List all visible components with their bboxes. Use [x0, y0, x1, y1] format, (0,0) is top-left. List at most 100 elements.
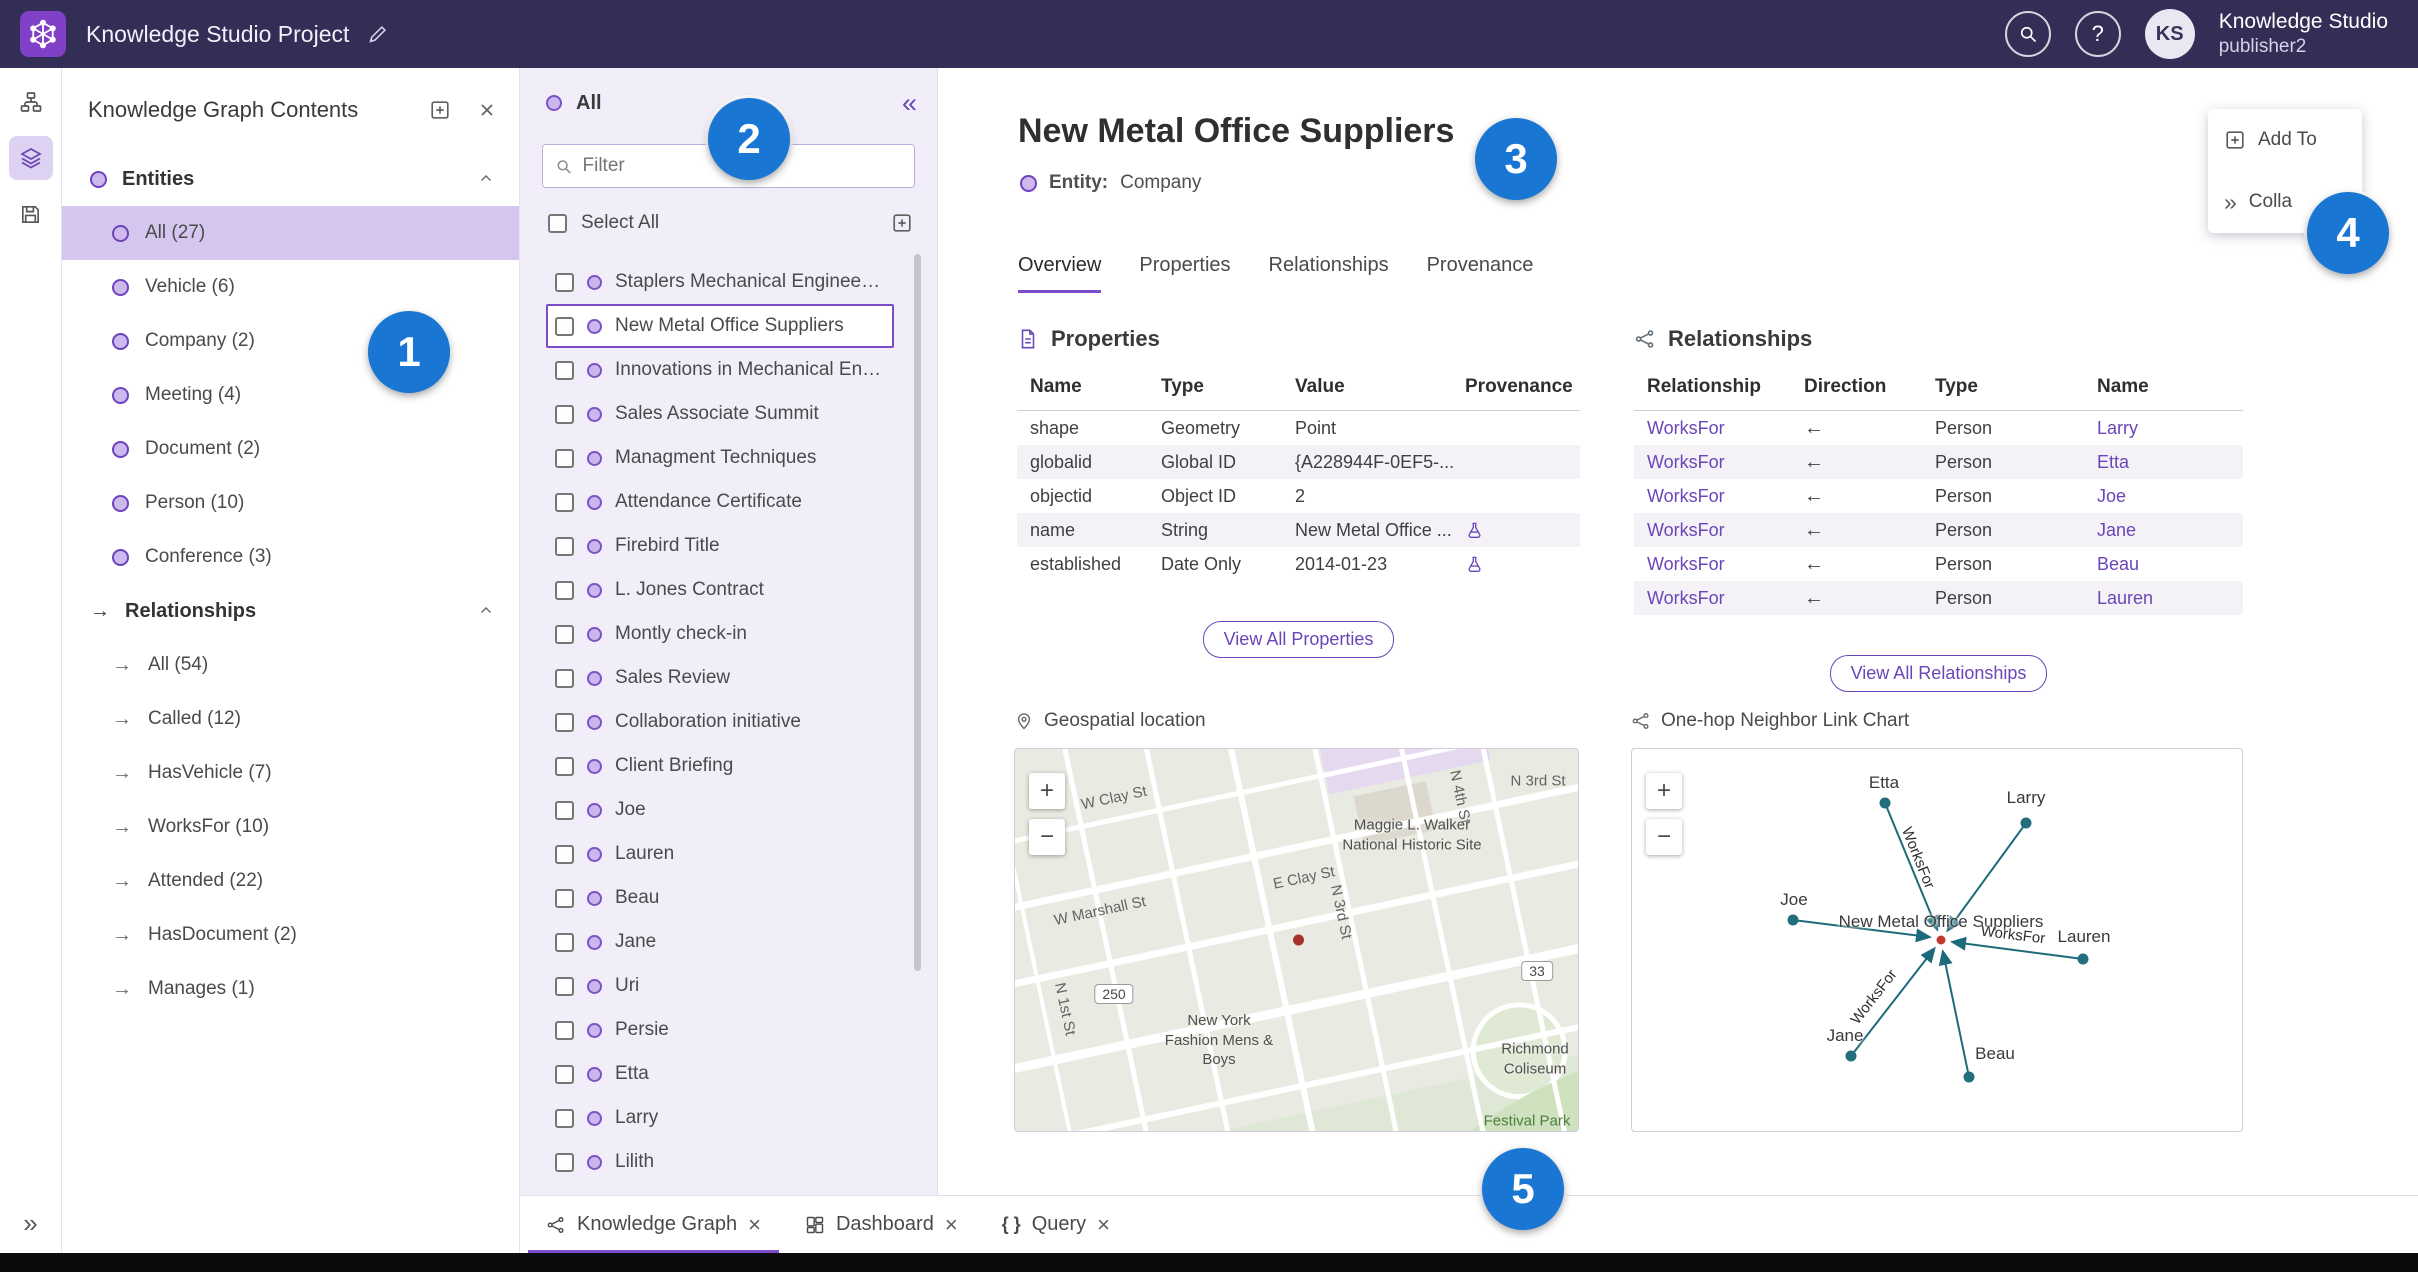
item-checkbox[interactable] — [555, 668, 574, 688]
list-scrollbar[interactable] — [914, 254, 921, 971]
item-checkbox[interactable] — [555, 272, 574, 292]
entity-list-item[interactable]: Uri — [546, 964, 894, 1008]
entity-list-item[interactable]: Larry — [546, 1096, 894, 1140]
entity-list-item[interactable]: Client Briefing — [546, 744, 894, 788]
entity-filter-item[interactable]: All (27) — [62, 206, 519, 260]
linkchart-canvas[interactable]: + − Etta Larry Joe Lauren Jane Beau New … — [1631, 748, 2243, 1132]
add-selected-button[interactable] — [891, 212, 913, 234]
entity-list-item[interactable]: L. Jones Contract — [546, 568, 894, 612]
relationship-type-link[interactable]: WorksFor — [1647, 520, 1804, 541]
entity-filter-item[interactable]: Person (10) — [62, 476, 519, 530]
relationship-type-link[interactable]: WorksFor — [1647, 418, 1804, 439]
entity-list-item[interactable]: Collaboration initiative — [546, 700, 894, 744]
edit-title-icon[interactable] — [367, 24, 388, 45]
map-marker[interactable] — [1293, 934, 1304, 946]
zoom-out-button[interactable]: − — [1646, 819, 1682, 855]
chevron-up-icon[interactable] — [477, 170, 495, 188]
contents-button[interactable] — [8, 136, 53, 180]
node-larry[interactable] — [2020, 817, 2032, 829]
tab-query[interactable]: { } Query × — [984, 1196, 1128, 1253]
user-avatar[interactable]: KS — [2144, 9, 2195, 59]
entity-list-item[interactable]: Lauren — [546, 832, 894, 876]
related-entity-link[interactable]: Larry — [2097, 418, 2243, 439]
item-checkbox[interactable] — [555, 932, 574, 952]
close-tab-icon[interactable]: × — [945, 1213, 958, 1236]
relationship-type-link[interactable]: WorksFor — [1647, 486, 1804, 507]
item-checkbox[interactable] — [555, 580, 574, 600]
item-checkbox[interactable] — [555, 976, 574, 996]
node-joe[interactable] — [1787, 914, 1799, 926]
relationship-filter-item[interactable]: → All (54) — [62, 638, 519, 692]
node-lauren[interactable] — [2077, 953, 2089, 965]
relationship-type-link[interactable]: WorksFor — [1647, 588, 1804, 609]
related-entity-link[interactable]: Jane — [2097, 520, 2243, 541]
entity-list-item[interactable]: Lilith — [546, 1140, 894, 1184]
item-checkbox[interactable] — [555, 756, 574, 776]
entity-list-item[interactable]: Sales Review — [546, 656, 894, 700]
entity-list-item[interactable]: Firebird Title — [546, 524, 894, 568]
item-checkbox[interactable] — [555, 888, 574, 908]
provenance-flask-icon[interactable] — [1465, 555, 1580, 574]
relationship-filter-item[interactable]: → HasDocument (2) — [62, 908, 519, 962]
detail-tab[interactable]: Properties — [1139, 254, 1230, 293]
expand-rail-button[interactable]: » — [0, 1208, 61, 1239]
item-checkbox[interactable] — [555, 404, 574, 424]
app-logo-icon[interactable] — [20, 11, 66, 57]
collapse-panel-button[interactable]: « — [902, 89, 917, 117]
related-entity-link[interactable]: Lauren — [2097, 588, 2243, 609]
add-to-button[interactable]: Add To — [2208, 109, 2362, 171]
detail-tab[interactable]: Overview — [1018, 254, 1102, 293]
entity-list-item[interactable]: New Metal Office Suppliers — [546, 304, 894, 348]
entity-filter-item[interactable]: Meeting (4) — [62, 368, 519, 422]
entity-list-item[interactable]: Innovations in Mechanical Engin... — [546, 348, 894, 392]
detail-tab[interactable]: Relationships — [1269, 254, 1389, 293]
select-all-checkbox[interactable] — [548, 213, 567, 233]
relationship-type-link[interactable]: WorksFor — [1647, 452, 1804, 473]
entities-section-header[interactable]: Entities — [62, 152, 519, 206]
tab-dashboard[interactable]: Dashboard × — [787, 1196, 976, 1253]
view-all-properties-button[interactable]: View All Properties — [1202, 621, 1395, 658]
relationship-filter-item[interactable]: → WorksFor (10) — [62, 800, 519, 854]
relationships-section-header[interactable]: → Relationships — [62, 584, 519, 638]
data-model-button[interactable] — [9, 80, 53, 124]
entity-filter-item[interactable]: Conference (3) — [62, 530, 519, 584]
item-checkbox[interactable] — [555, 492, 574, 512]
detail-tab[interactable]: Provenance — [1427, 254, 1534, 293]
entity-list-item[interactable]: Etta — [546, 1052, 894, 1096]
related-entity-link[interactable]: Beau — [2097, 554, 2243, 575]
node-etta[interactable] — [1879, 797, 1891, 809]
relationship-type-link[interactable]: WorksFor — [1647, 554, 1804, 575]
item-checkbox[interactable] — [555, 360, 574, 380]
item-checkbox[interactable] — [555, 1020, 574, 1040]
entity-list-item[interactable]: Persie — [546, 1008, 894, 1052]
search-button[interactable] — [2004, 11, 2051, 57]
tab-knowledge-graph[interactable]: Knowledge Graph × — [528, 1196, 779, 1253]
item-checkbox[interactable] — [555, 1064, 574, 1084]
item-checkbox[interactable] — [555, 800, 574, 820]
chevron-up-icon[interactable] — [477, 602, 495, 620]
entity-filter-item[interactable]: Company (2) — [62, 314, 519, 368]
item-checkbox[interactable] — [555, 624, 574, 644]
related-entity-link[interactable]: Joe — [2097, 486, 2243, 507]
entity-list-item[interactable]: Managment Techniques — [546, 436, 894, 480]
help-button[interactable]: ? — [2074, 11, 2121, 57]
item-checkbox[interactable] — [555, 844, 574, 864]
entity-filter-item[interactable]: Document (2) — [62, 422, 519, 476]
entity-list-item[interactable]: Jane — [546, 920, 894, 964]
relationship-filter-item[interactable]: → HasVehicle (7) — [62, 746, 519, 800]
node-jane[interactable] — [1845, 1050, 1857, 1062]
node-center[interactable] — [1936, 935, 1946, 945]
view-all-relationships-button[interactable]: View All Relationships — [1829, 655, 2048, 692]
entity-list-item[interactable]: Montly check-in — [546, 612, 894, 656]
entity-filter-item[interactable]: Vehicle (6) — [62, 260, 519, 314]
zoom-in-button[interactable]: + — [1029, 773, 1065, 809]
item-checkbox[interactable] — [555, 536, 574, 556]
item-checkbox[interactable] — [555, 1152, 574, 1172]
close-panel-button[interactable] — [477, 100, 497, 120]
entity-list-item[interactable]: Beau — [546, 876, 894, 920]
item-checkbox[interactable] — [555, 448, 574, 468]
close-tab-icon[interactable]: × — [748, 1213, 761, 1236]
provenance-flask-icon[interactable] — [1465, 521, 1580, 540]
add-layer-button[interactable] — [429, 99, 451, 121]
map-canvas[interactable]: + − N 3rd St W Clay St E Clay St W Marsh… — [1014, 748, 1579, 1132]
